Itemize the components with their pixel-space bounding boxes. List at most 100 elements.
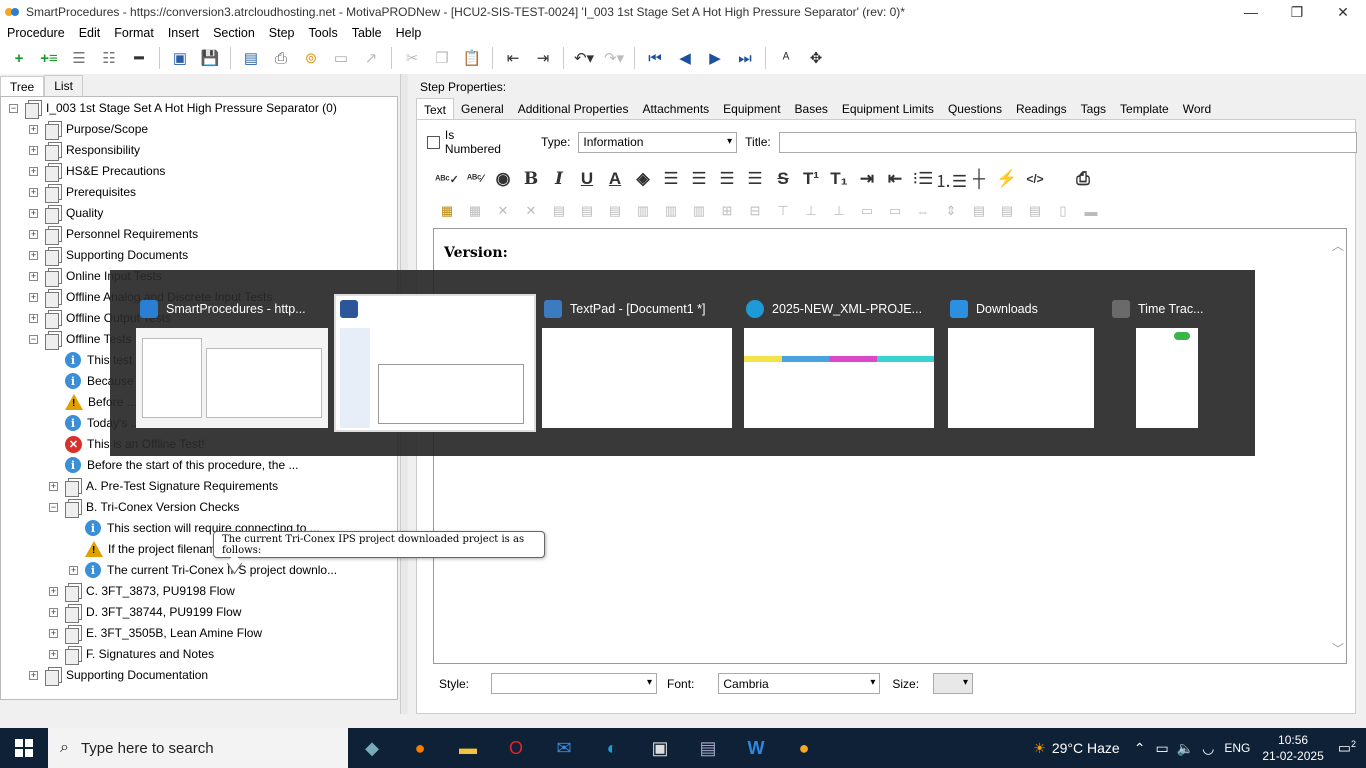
list-alt-icon[interactable]: ☷ [98, 47, 120, 69]
redo-icon[interactable]: ↷▾ [603, 47, 625, 69]
delete-row-icon[interactable]: ▤ [601, 200, 629, 222]
expand-icon[interactable]: + [29, 313, 38, 323]
spellcheck-icon[interactable]: ᴬᴮᶜ✓ [433, 166, 461, 192]
expand-icon[interactable]: + [29, 208, 38, 218]
expand-icon[interactable]: + [49, 628, 58, 638]
tab-tags[interactable]: Tags [1074, 98, 1113, 119]
scroll-down-icon[interactable]: ﹀ [1332, 640, 1344, 657]
print-icon[interactable]: ⎙ [270, 47, 292, 69]
bold-icon[interactable]: B [517, 166, 545, 192]
undo-icon[interactable]: ↶▾ [573, 47, 595, 69]
language-indicator[interactable]: ENG [1224, 741, 1250, 755]
expand-icon[interactable]: + [29, 229, 38, 239]
expand-icon[interactable]: + [29, 292, 38, 302]
volume-icon[interactable]: 🔈 [1177, 740, 1194, 757]
smartprocedures-icon[interactable]: ● [780, 728, 828, 768]
link-icon[interactable]: ⊚ [300, 47, 322, 69]
size-select[interactable]: ▾ [933, 673, 974, 694]
align-left-icon[interactable]: ☰ [657, 166, 685, 192]
chevron-up-icon[interactable]: ⌃ [1134, 740, 1146, 757]
firefox-icon[interactable]: ● [396, 728, 444, 768]
tree-item[interactable]: + Supporting Documentation [29, 665, 208, 686]
opera-icon[interactable]: O [492, 728, 540, 768]
menu-procedure[interactable]: Procedure [0, 26, 72, 40]
style-select[interactable]: ▾ [491, 673, 658, 694]
restore-button[interactable]: ❐ [1274, 0, 1320, 24]
type-select[interactable]: Information ▾ [578, 131, 738, 153]
spellcheck-auto-icon[interactable]: ᴬᴮᶜ⁄ [461, 166, 489, 192]
collapse-icon[interactable]: − [29, 334, 38, 344]
table-align-left-icon[interactable]: ▤ [965, 200, 993, 222]
table-align-center-icon[interactable]: ▤ [993, 200, 1021, 222]
save-icon[interactable]: 💾 [199, 47, 221, 69]
italic-icon[interactable]: I [545, 166, 573, 192]
increase-indent-icon[interactable]: ⇥ [853, 166, 881, 192]
menu-edit[interactable]: Edit [72, 26, 108, 40]
start-button[interactable] [0, 728, 48, 768]
tab-additional-properties[interactable]: Additional Properties [511, 98, 636, 119]
tree-item[interactable]: + i The current Tri-Conex IPS project down… [69, 560, 337, 580]
decrease-indent-icon[interactable]: ⇤ [881, 166, 909, 192]
collapse-icon[interactable]: − [9, 103, 18, 113]
task-card-textpad[interactable]: TextPad - [Document1 *] [540, 296, 734, 430]
expand-icon[interactable]: + [29, 271, 38, 281]
magic-wand-icon[interactable]: ⚡ [993, 166, 1021, 192]
tree-item[interactable]: + E. 3FT_3505B, Lean Amine Flow [49, 623, 262, 644]
move-icon[interactable]: ✥ [805, 47, 827, 69]
previous-icon[interactable]: ◀ [674, 47, 696, 69]
tab-list[interactable]: List [44, 75, 83, 96]
add-icon[interactable]: + [8, 47, 30, 69]
tab-bases[interactable]: Bases [788, 98, 835, 119]
insert-row-before-icon[interactable]: ▤ [545, 200, 573, 222]
expand-icon[interactable]: + [29, 250, 38, 260]
tree-item[interactable]: + F. Signatures and Notes [49, 644, 214, 665]
tab-tree[interactable]: Tree [0, 76, 45, 97]
insert-row-after-icon[interactable]: ▤ [573, 200, 601, 222]
network-icon[interactable]: ▭ [1155, 740, 1168, 757]
time-tracker-icon[interactable]: ▣ [636, 728, 684, 768]
highlight-icon[interactable]: ◈ [629, 166, 657, 192]
justify-icon[interactable]: ☰ [741, 166, 769, 192]
column-width-icon[interactable]: ⇔ [909, 200, 937, 222]
textpad-icon[interactable]: ▤ [684, 728, 732, 768]
tree-item[interactable]: + HS&E Precautions [29, 161, 165, 182]
tree-item[interactable]: + D. 3FT_38744, PU9199 Flow [49, 602, 241, 623]
underline-icon[interactable]: U [573, 166, 601, 192]
minimize-button[interactable]: — [1228, 0, 1274, 24]
tab-readings[interactable]: Readings [1009, 98, 1074, 119]
expand-icon[interactable]: + [29, 145, 38, 155]
border-icon[interactable]: ▭ [853, 200, 881, 222]
bullet-list-icon[interactable]: ⁝☰ [909, 166, 937, 192]
mail-icon[interactable]: ✉ [540, 728, 588, 768]
task-card-edge-spreadsheet[interactable]: 2025-NEW_XML-PROJE... [742, 296, 936, 430]
tree-item[interactable]: + Prerequisites [29, 182, 136, 203]
source-code-icon[interactable]: </> [1021, 166, 1049, 192]
tree-item[interactable]: ! If the project filename ... [69, 539, 236, 559]
cut-icon[interactable]: ✂ [401, 47, 423, 69]
tab-attachments[interactable]: Attachments [635, 98, 716, 119]
expand-icon[interactable]: + [49, 586, 58, 596]
scroll-up-icon[interactable]: ︿ [1332, 237, 1344, 254]
subscript-icon[interactable]: T₁ [825, 166, 853, 192]
insert-line-icon[interactable]: ┼ [965, 166, 993, 192]
superscript-icon[interactable]: T¹ [797, 166, 825, 192]
task-card-time-tracker[interactable]: Time Trac... [1108, 296, 1204, 430]
cell-align-top-icon[interactable]: ⊤ [769, 200, 797, 222]
menu-table[interactable]: Table [345, 26, 389, 40]
tree-item[interactable]: + Personnel Requirements [29, 224, 198, 245]
expand-icon[interactable]: + [29, 166, 38, 176]
copy-icon[interactable]: ❐ [431, 47, 453, 69]
tree-item[interactable]: + Responsibility [29, 140, 140, 161]
remove-icon[interactable]: ━ [128, 47, 150, 69]
last-icon[interactable]: ⏭ [734, 47, 756, 69]
font-select[interactable]: Cambria ▾ [718, 673, 881, 694]
tree-item[interactable]: + Supporting Documents [29, 245, 188, 266]
symbol-icon[interactable]: ◉ [489, 166, 517, 192]
menu-format[interactable]: Format [107, 26, 161, 40]
next-icon[interactable]: ▶ [704, 47, 726, 69]
collapse-icon[interactable]: − [49, 502, 58, 512]
delete-col-icon[interactable]: ▥ [685, 200, 713, 222]
expand-icon[interactable]: + [29, 670, 38, 680]
copilot-icon[interactable]: ◆ [348, 728, 396, 768]
cell-props-icon[interactable]: ✕ [517, 200, 545, 222]
